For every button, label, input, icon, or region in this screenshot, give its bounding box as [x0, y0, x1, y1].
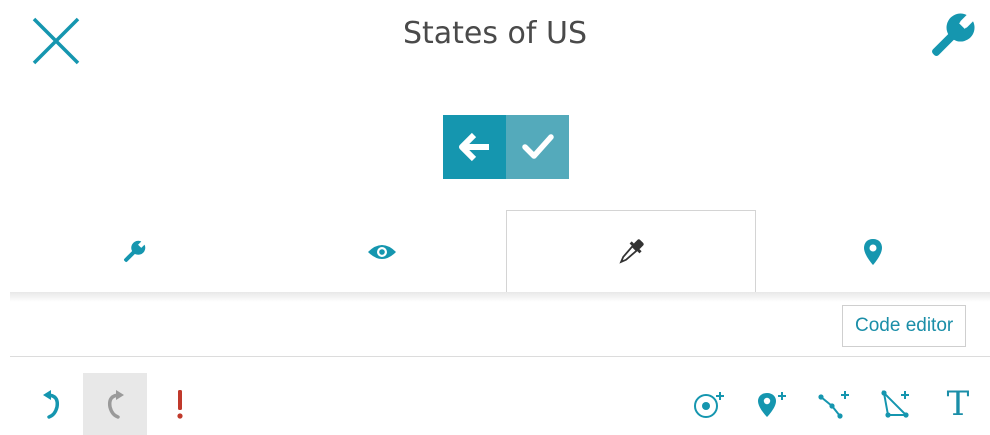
- redo-button[interactable]: [83, 373, 147, 435]
- redo-icon: [107, 390, 124, 419]
- add-polygon-icon: [881, 390, 909, 418]
- exclamation-icon: [177, 390, 183, 419]
- divider: [10, 356, 990, 357]
- add-marker-icon: [758, 392, 786, 417]
- undo-button[interactable]: [30, 373, 74, 435]
- confirm-button[interactable]: [506, 115, 569, 179]
- eye-icon: [367, 244, 396, 259]
- page-title: States of US: [402, 16, 588, 51]
- tab-location[interactable]: [756, 210, 990, 293]
- undo-icon: [43, 390, 60, 419]
- tab-settings[interactable]: [10, 210, 257, 293]
- tab-view[interactable]: [257, 210, 506, 293]
- eyedropper-icon: [619, 239, 644, 264]
- wrench-icon: [123, 240, 145, 262]
- tab-style[interactable]: [506, 210, 756, 293]
- add-line-button[interactable]: [814, 373, 854, 435]
- add-polygon-button[interactable]: [876, 373, 916, 435]
- tab-bar-shadow: [10, 292, 990, 302]
- check-icon: [521, 134, 554, 159]
- tab-bar: [0, 210, 990, 293]
- map-pin-icon: [864, 238, 882, 265]
- action-button-group: [443, 115, 569, 179]
- add-point-icon: [694, 392, 724, 418]
- add-line-icon: [818, 391, 849, 419]
- back-button[interactable]: [443, 115, 506, 179]
- add-point-button[interactable]: [690, 373, 730, 435]
- settings-button[interactable]: [924, 8, 980, 64]
- add-marker-button[interactable]: [752, 373, 792, 435]
- wrench-icon: [932, 13, 975, 56]
- code-editor-tooltip: Code editor: [842, 305, 967, 347]
- arrow-left-icon: [458, 132, 489, 162]
- text-tool-button[interactable]: T: [936, 373, 980, 435]
- text-icon: T: [946, 384, 970, 424]
- warning-button[interactable]: [165, 373, 195, 435]
